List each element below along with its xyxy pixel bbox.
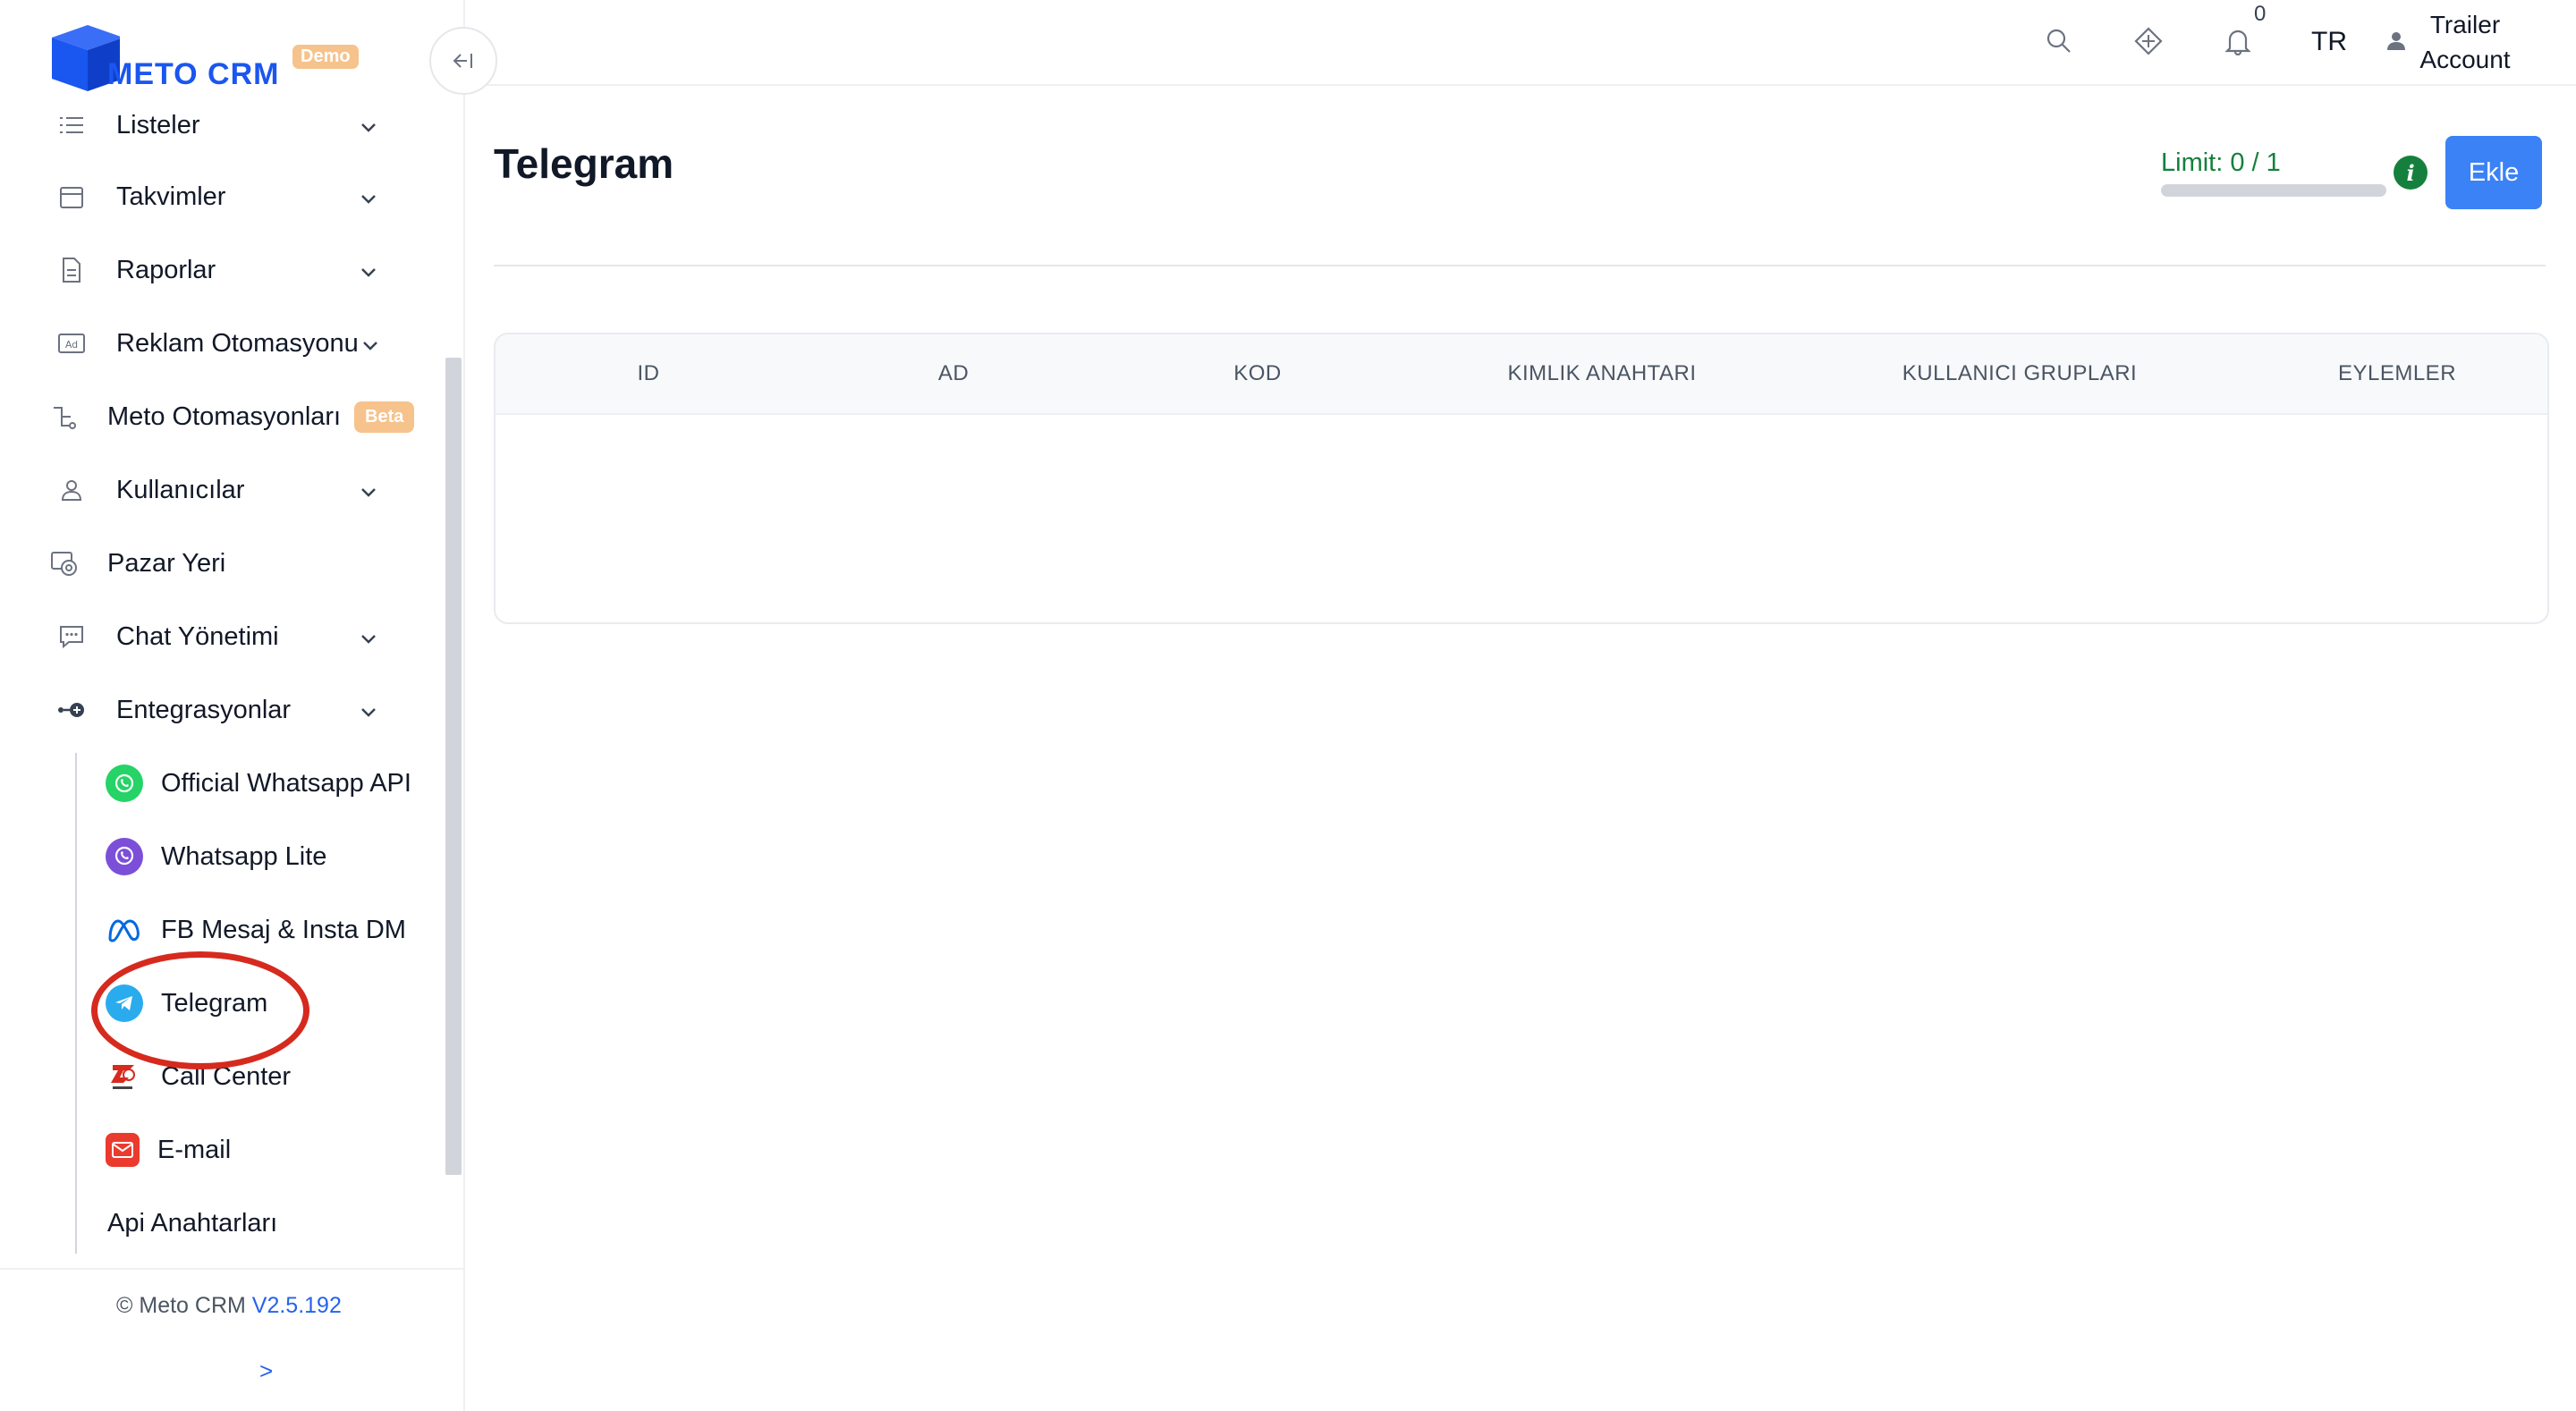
meta-icon (106, 911, 143, 949)
sidebar-item-label: Takvimler (116, 182, 226, 211)
sidebar-item-label: Entegrasyonlar (116, 695, 292, 724)
column-header-kullanici-gruplari[interactable]: KULLANICI GRUPLARI (1902, 361, 2137, 386)
account-icon[interactable] (2386, 30, 2406, 56)
collapse-sidebar-button[interactable] (429, 27, 497, 95)
page-title: Telegram (494, 140, 674, 187)
sidebar-footer: © Meto CRM V2.5.192 (116, 1293, 342, 1319)
chevron-down-icon (360, 182, 377, 212)
sidebar-subitem-email[interactable]: E-mail (106, 1123, 231, 1177)
sidebar-item-reklam-otomasyonu[interactable]: Ad Reklam Otomasyonu (0, 317, 429, 370)
sidebar-item-label: Pazar Yeri (107, 548, 226, 578)
language-selector[interactable]: TR (2311, 27, 2347, 57)
chat-icon (57, 622, 86, 651)
sidebar-item-label: Chat Yönetimi (116, 621, 279, 651)
brand-name: METO CRM (107, 57, 280, 91)
sidebar-subitem-label: E-mail (157, 1135, 232, 1164)
logo[interactable]: METO CRM Demo (48, 18, 370, 98)
column-header-eylemler[interactable]: EYLEMLER (2338, 361, 2456, 386)
sidebar-item-pazar-yeri[interactable]: Pazar Yeri (0, 537, 429, 590)
sidebar-item-raporlar[interactable]: Raporlar (0, 243, 429, 297)
limit-progress-bar (2161, 184, 2386, 197)
report-icon (57, 256, 86, 284)
telegram-highlight-annotation (91, 951, 309, 1069)
sidebar-subitem-api-anahtarlari[interactable]: Api Anahtarları (107, 1196, 277, 1250)
sidebar-subitem-official-whatsapp-api[interactable]: Official Whatsapp API (106, 756, 411, 810)
info-icon[interactable]: i (2394, 156, 2428, 190)
expand-sidebar-button[interactable]: > (259, 1357, 273, 1385)
collapse-arrow-icon (453, 54, 472, 68)
ad-icon: Ad (57, 329, 86, 358)
submenu-guide-line (75, 753, 77, 1254)
column-header-ad[interactable]: AD (938, 361, 969, 386)
integration-icon (57, 696, 86, 724)
demo-badge: Demo (292, 45, 359, 69)
telegram-table: ID AD KOD KIMLIK ANAHTARI KULLANICI GRUP… (494, 333, 2549, 624)
add-button[interactable]: Ekle (2445, 136, 2542, 209)
column-header-id[interactable]: ID (638, 361, 660, 386)
sidebar: METO CRM Demo Listeler Takvimler Raporla… (0, 0, 465, 1411)
svg-text:Ad: Ad (65, 339, 78, 351)
sidebar-subitem-label: Official Whatsapp API (161, 768, 411, 798)
whatsapp-icon (106, 765, 143, 802)
sidebar-scrollbar[interactable] (445, 358, 462, 1175)
chevron-down-icon (360, 696, 377, 725)
chevron-down-icon (360, 256, 377, 285)
bell-icon[interactable] (2222, 25, 2254, 57)
column-header-kimlik-anahtari[interactable]: KIMLIK ANAHTARI (1507, 361, 1696, 386)
chevron-down-icon (361, 329, 379, 359)
sidebar-item-label: Meto Otomasyonları (107, 401, 342, 431)
sidebar-item-listeler[interactable]: Listeler (0, 98, 429, 152)
marketplace-icon (50, 549, 79, 578)
calendar-icon (57, 182, 86, 211)
sidebar-subitem-label: Whatsapp Lite (161, 841, 327, 871)
sidebar-item-entegrasyonlar[interactable]: Entegrasyonlar (0, 683, 429, 737)
sidebar-item-chat-yonetimi[interactable]: Chat Yönetimi (0, 610, 429, 663)
viber-icon (106, 838, 143, 875)
sidebar-item-label: Listeler (116, 110, 200, 139)
column-header-kod[interactable]: KOD (1233, 361, 1282, 386)
account-name-line2: Account (2419, 46, 2511, 73)
sidebar-subitem-label: FB Mesaj & Insta DM (161, 915, 406, 944)
version-text: V2.5.192 (251, 1293, 342, 1318)
header-divider (494, 265, 2546, 266)
sidebar-footer-divider (0, 1268, 463, 1270)
automation-icon (50, 402, 79, 431)
copyright-text: © Meto CRM (116, 1293, 246, 1318)
search-icon[interactable] (2043, 25, 2075, 57)
list-icon (57, 111, 86, 139)
chevron-down-icon (360, 111, 377, 140)
sidebar-subitem-fb-mesaj-insta-dm[interactable]: FB Mesaj & Insta DM (106, 903, 406, 957)
sidebar-subitem-label: Api Anahtarları (107, 1208, 278, 1238)
sidebar-item-label: Reklam Otomasyonu (116, 328, 359, 358)
beta-badge: Beta (354, 401, 415, 433)
chevron-down-icon (360, 476, 377, 505)
sidebar-subitem-whatsapp-lite[interactable]: Whatsapp Lite (106, 830, 326, 883)
user-icon (57, 476, 86, 504)
integration-hub-icon[interactable] (2132, 25, 2165, 57)
chevron-down-icon (360, 622, 377, 652)
sidebar-item-label: Raporlar (116, 255, 216, 284)
account-name-line1: Trailer (2429, 11, 2501, 38)
email-icon (106, 1133, 140, 1167)
zadarma-icon (106, 1058, 143, 1095)
sidebar-item-kullanicilar[interactable]: Kullanıcılar (0, 463, 429, 517)
limit-label: Limit: 0 / 1 (2161, 148, 2281, 177)
sidebar-item-takvimler[interactable]: Takvimler (0, 170, 429, 224)
sidebar-item-meto-otomasyonlari[interactable]: Meto Otomasyonları Beta (0, 390, 429, 444)
sidebar-item-label: Kullanıcılar (116, 475, 245, 504)
table-header: ID AD KOD KIMLIK ANAHTARI KULLANICI GRUP… (496, 334, 2547, 415)
notification-count: 0 (2254, 2, 2267, 26)
account-menu[interactable]: Trailer Account (2415, 7, 2515, 77)
